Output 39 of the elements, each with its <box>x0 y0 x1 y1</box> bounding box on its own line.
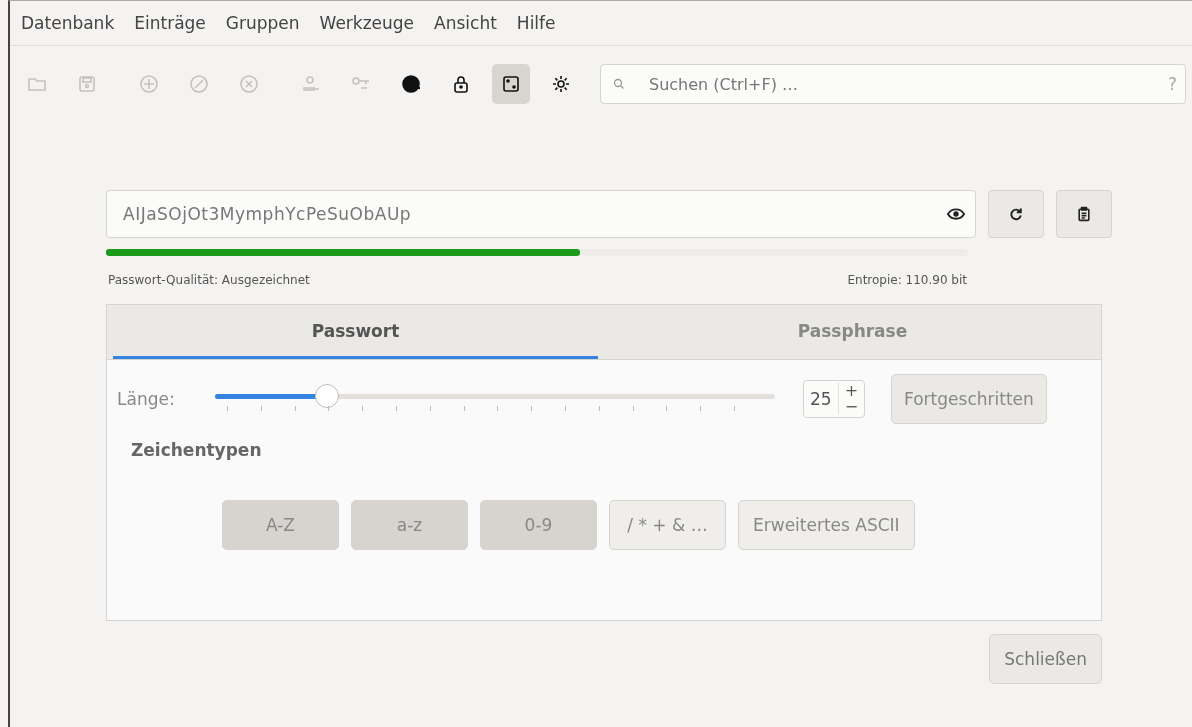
toggle-button[interactable]: a-z <box>351 500 468 550</box>
menu-item[interactable]: Ansicht <box>427 13 510 33</box>
advanced-button[interactable]: Fortgeschritten <box>891 374 1047 424</box>
pencil-icon <box>189 74 209 94</box>
refresh-icon <box>1008 206 1024 222</box>
close-button[interactable]: Schließen <box>989 634 1102 684</box>
toggle-button[interactable]: 0-9 <box>480 500 597 550</box>
cross-icon <box>239 74 259 94</box>
lock-icon <box>451 74 471 94</box>
copy-button[interactable] <box>1056 190 1112 238</box>
menu-item[interactable]: Hilfe <box>509 13 569 33</box>
search-field[interactable]: Suchen (Ctrl+F) … ? <box>600 64 1186 104</box>
slider-thumb[interactable] <box>315 384 339 408</box>
user-icon <box>301 74 321 94</box>
eye-icon[interactable] <box>947 205 965 223</box>
password-field[interactable]: AIJaSOjOt3MymphYcPeSuObAUp <box>106 190 976 238</box>
length-label: Länge: <box>117 389 176 409</box>
length-slider[interactable] <box>215 384 775 414</box>
dice-icon <box>501 74 521 94</box>
regenerate-button[interactable] <box>988 190 1044 238</box>
entropy-label: Entropie: 110.90 bit <box>847 273 967 287</box>
toggle-button[interactable]: / * + & … <box>609 500 726 550</box>
save-icon <box>77 74 97 94</box>
menu-item[interactable]: Datenbank <box>14 13 128 33</box>
toggle-button[interactable]: A-Z <box>222 500 339 550</box>
search-icon <box>613 78 625 90</box>
plus-icon <box>139 74 159 94</box>
menu-item[interactable]: Gruppen <box>218 13 313 33</box>
section-title: Zeichentypen <box>130 439 263 460</box>
help-icon[interactable]: ? <box>1167 74 1177 94</box>
dice-button[interactable] <box>492 64 530 104</box>
quality-label: Passwort-Qualität: Ausgezeichnet <box>108 273 310 287</box>
tab[interactable]: Passphrase <box>610 305 1095 359</box>
menu-item[interactable]: Werkzeuge <box>312 13 428 33</box>
password-text: AIJaSOjOt3MymphYcPeSuObAUp <box>123 204 413 224</box>
tab[interactable]: Passwort <box>113 305 598 359</box>
clipboard-icon <box>1076 206 1092 222</box>
toggle-button[interactable]: Erweitertes ASCII <box>738 500 915 550</box>
menu-item[interactable]: Einträge <box>127 13 219 33</box>
